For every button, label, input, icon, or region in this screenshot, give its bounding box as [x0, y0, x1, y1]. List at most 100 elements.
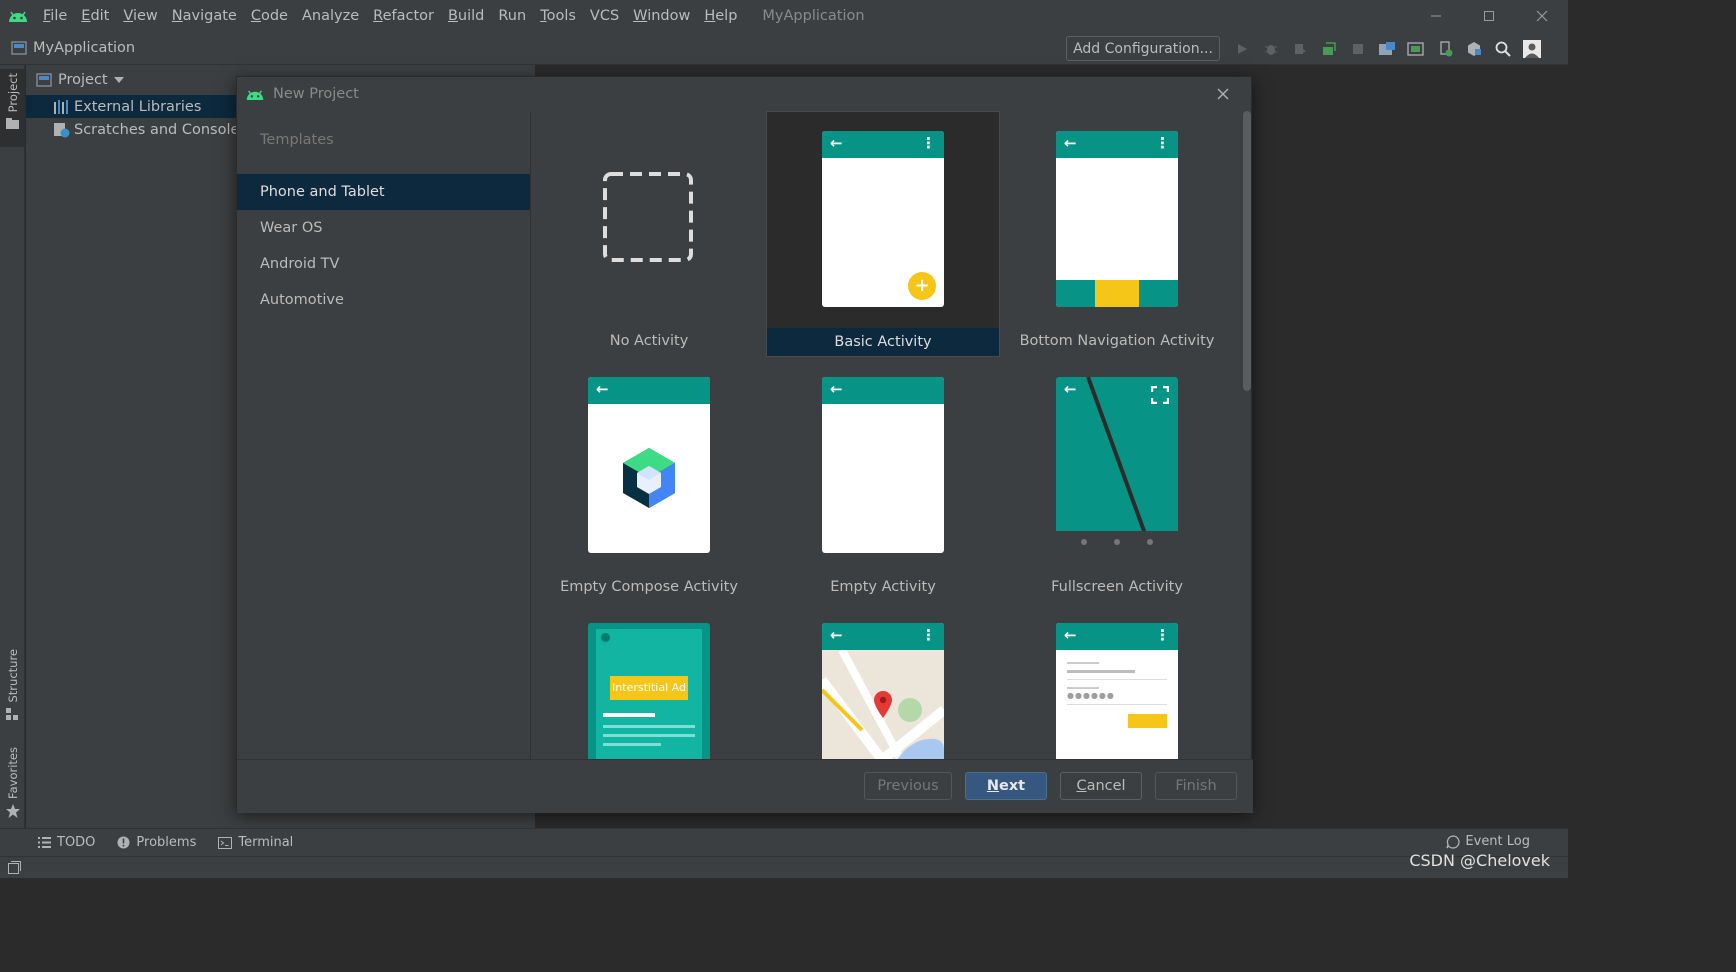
run-icon[interactable]: [1230, 36, 1254, 61]
menu-refactor[interactable]: Refactor: [366, 0, 441, 32]
toolbar-icons: [1230, 36, 1544, 61]
sdk-manager-icon[interactable]: [1462, 36, 1486, 61]
previous-button[interactable]: Previous: [864, 772, 952, 800]
category-wear-os[interactable]: Wear OS: [237, 210, 530, 246]
overflow-menu-icon: ⋮: [1155, 134, 1170, 152]
fullscreen-icon: [1151, 386, 1169, 404]
menu-navigate[interactable]: Navigate: [165, 0, 244, 32]
terminal-tool-tab[interactable]: Terminal: [218, 835, 293, 850]
library-icon: [54, 99, 68, 114]
category-automotive[interactable]: Automotive: [237, 282, 530, 318]
fab-icon: +: [908, 272, 936, 300]
template-login-activity[interactable]: ← ⋮ ●●●●●●: [1000, 603, 1234, 759]
android-studio-logo-icon: [0, 0, 36, 32]
template-empty-activity[interactable]: ← Empty Activity: [766, 357, 1000, 603]
structure-tool-tab[interactable]: Structure: [0, 649, 25, 721]
template-grid-scrollbar[interactable]: [1243, 111, 1251, 391]
template-fullscreen-activity[interactable]: ← Fullscreen Activity: [1000, 357, 1234, 603]
search-icon[interactable]: [1491, 36, 1515, 61]
project-breadcrumb[interactable]: MyApplication: [11, 40, 135, 56]
watermark: CSDN @Chelovek: [1409, 851, 1550, 870]
empty-activity-preview: ←: [822, 377, 944, 553]
new-project-dialog: New Project Templates Phone and Tablet W…: [236, 76, 1253, 813]
problems-tool-tab[interactable]: Problems: [117, 835, 196, 850]
cancel-button[interactable]: Cancel: [1060, 772, 1142, 800]
category-android-tv[interactable]: Android TV: [237, 246, 530, 282]
password-dots: ●●●●●●: [1067, 691, 1115, 700]
dialog-title-bar: New Project: [237, 77, 1253, 111]
menu-vcs[interactable]: VCS: [583, 0, 626, 32]
next-button[interactable]: Next: [965, 772, 1047, 800]
window-title: MyApplication: [762, 8, 865, 24]
menu-edit[interactable]: Edit: [74, 0, 116, 32]
back-arrow-icon: ←: [830, 380, 843, 398]
chevron-down-icon: [113, 77, 124, 83]
debug-icon[interactable]: [1259, 36, 1283, 61]
terminal-icon: [218, 836, 233, 849]
menu-tools[interactable]: Tools: [533, 0, 583, 32]
menu-run[interactable]: Run: [491, 0, 533, 32]
left-tool-strip: Project Structure Favorites: [0, 65, 25, 855]
project-name: MyApplication: [33, 40, 136, 56]
toggle-tool-windows-icon[interactable]: [8, 861, 21, 874]
avd-manager-icon[interactable]: [1433, 36, 1457, 61]
minimize-button[interactable]: [1409, 0, 1462, 32]
overflow-menu-icon: ⋮: [1155, 626, 1170, 644]
dialog-close-button[interactable]: [1213, 84, 1233, 104]
overflow-menu-icon: ⋮: [921, 134, 936, 152]
menu-view[interactable]: View: [116, 0, 164, 32]
template-basic-activity[interactable]: ← ⋮ + Basic Activity: [766, 111, 1000, 357]
interstitial-ad-badge: Interstitial Ad: [610, 676, 688, 700]
template-interstitial-ad[interactable]: Interstitial Ad: [532, 603, 766, 759]
menu-help[interactable]: Help: [697, 0, 744, 32]
bottom-navigation-preview: ← ⋮: [1056, 131, 1178, 307]
project-tool-tab[interactable]: Project: [0, 69, 25, 147]
scratches-icon: [54, 122, 70, 137]
menu-file[interactable]: File: [36, 0, 74, 32]
main-toolbar: MyApplication Add Configuration...: [0, 32, 1568, 65]
empty-compose-preview: ←: [588, 377, 710, 553]
dialog-title: New Project: [273, 86, 359, 102]
sync-gradle-icon[interactable]: [1404, 36, 1428, 61]
template-empty-compose-activity[interactable]: ← Empty Compose Activity: [532, 357, 766, 603]
maximize-button[interactable]: [1462, 0, 1515, 32]
back-arrow-icon: ←: [1064, 134, 1077, 152]
favorites-tool-tab[interactable]: Favorites: [0, 747, 25, 818]
account-icon[interactable]: [1520, 36, 1544, 61]
stop-icon[interactable]: [1346, 36, 1370, 61]
project-panel-title: Project: [58, 72, 108, 88]
project-structure-icon[interactable]: [1375, 36, 1399, 61]
finish-button[interactable]: Finish: [1155, 772, 1237, 800]
dialog-footer: Previous Next Cancel Finish: [237, 759, 1253, 813]
category-phone-and-tablet[interactable]: Phone and Tablet: [237, 174, 530, 210]
problems-icon: [117, 836, 130, 849]
apply-changes-icon[interactable]: [1317, 36, 1341, 61]
project-folder-icon: [11, 41, 27, 55]
todo-tool-tab[interactable]: TODO: [38, 835, 95, 850]
event-log-tool-tab[interactable]: Event Log: [1446, 834, 1530, 849]
menu-build[interactable]: Build: [441, 0, 491, 32]
fullscreen-preview: ←: [1056, 377, 1178, 553]
window-controls: [1409, 0, 1568, 32]
back-arrow-icon: ←: [830, 626, 843, 644]
basic-activity-preview: ← ⋮ +: [822, 131, 944, 307]
login-preview: ← ⋮ ●●●●●●: [1056, 623, 1178, 759]
todo-list-icon: [38, 837, 51, 848]
add-configuration-button[interactable]: Add Configuration...: [1066, 36, 1220, 61]
template-no-activity[interactable]: No Activity: [532, 111, 766, 357]
templates-heading: Templates: [260, 132, 334, 148]
menu-code[interactable]: Code: [244, 0, 295, 32]
template-google-maps-activity[interactable]: ← ⋮: [766, 603, 1000, 759]
profile-icon[interactable]: [1288, 36, 1312, 61]
map-pin-icon: [874, 691, 892, 718]
template-bottom-navigation-activity[interactable]: ← ⋮ Bottom Navigation Activity: [1000, 111, 1234, 357]
back-arrow-icon: ←: [830, 134, 843, 152]
template-grid: No Activity ← ⋮ + Basic Activity ← ⋮ Botto…: [532, 111, 1237, 759]
menu-analyze[interactable]: Analyze: [295, 0, 366, 32]
android-icon: [246, 89, 264, 100]
menu-window[interactable]: Window: [626, 0, 697, 32]
maps-preview: ← ⋮: [822, 623, 944, 759]
close-icon: [1217, 88, 1229, 100]
close-window-button[interactable]: [1515, 0, 1568, 32]
menu-bar: File Edit View Navigate Code Analyze Ref…: [0, 0, 1568, 32]
